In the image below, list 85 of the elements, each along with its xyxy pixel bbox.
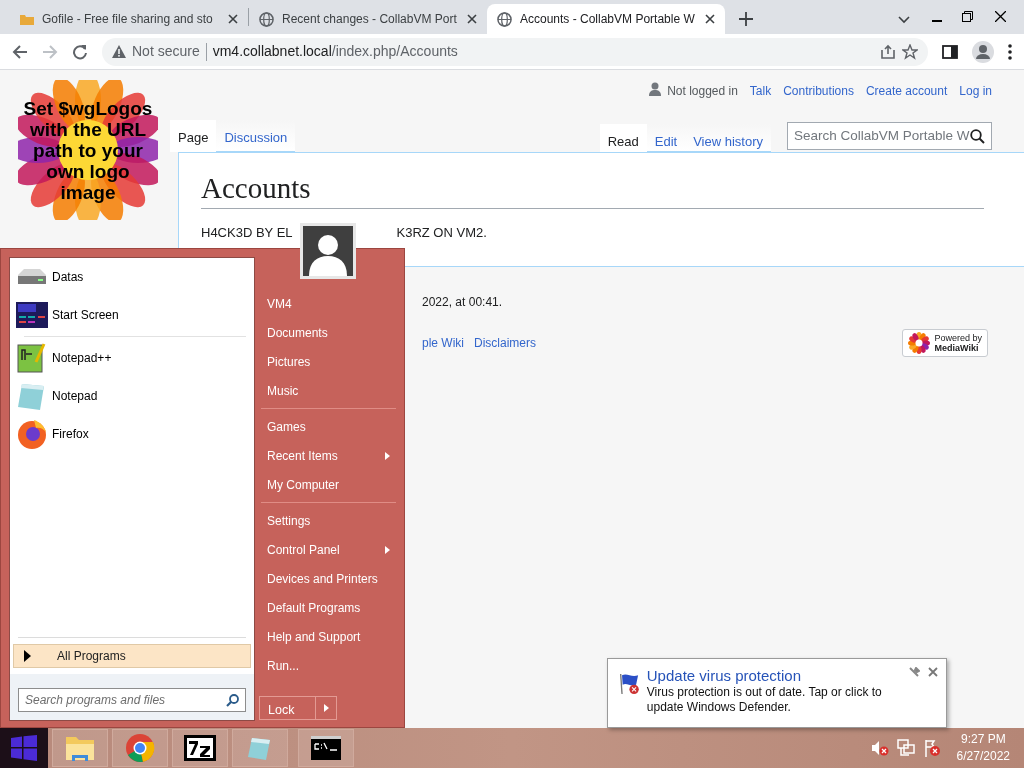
arrow-icon (24, 650, 31, 662)
menu-item[interactable]: Control Panel (259, 535, 398, 564)
menu-item[interactable]: Devices and Printers (259, 564, 398, 593)
nav-link[interactable]: Log in (959, 82, 992, 106)
notepad-plus-icon (16, 342, 48, 374)
wrench-icon[interactable] (909, 667, 920, 678)
powered-by-badge[interactable]: Powered by MediaWiki (902, 329, 988, 358)
nav-link[interactable]: Talk (749, 82, 772, 106)
clock-time[interactable]: 9:27 PM (956, 731, 1010, 748)
notification-title: Update virus protection (646, 667, 803, 685)
chrome-icon (125, 733, 155, 763)
nav-link[interactable]: Create account (865, 82, 948, 106)
new-tab-icon[interactable] (739, 12, 753, 26)
address-bar[interactable]: Not secure vm4.collabnet.local/index.php/Accounts (102, 37, 928, 66)
side-panel-icon[interactable] (942, 43, 958, 60)
notification-message: Virus protection is out of date. Tap or click to update Windows Defender. (646, 685, 883, 715)
muted-speaker-icon[interactable] (870, 740, 889, 756)
program-item[interactable]: Notepad++ (10, 339, 254, 377)
restore-icon[interactable] (962, 11, 973, 22)
network-icon[interactable] (896, 739, 915, 757)
star-icon[interactable] (902, 43, 918, 60)
menu-icon[interactable] (1008, 43, 1012, 60)
share-icon[interactable] (880, 43, 896, 60)
search-field[interactable]: Search programs and files (18, 688, 246, 712)
menu-item[interactable]: My Computer (259, 470, 398, 499)
page-tab[interactable]: Read (599, 123, 647, 152)
page-tab[interactable]: Page (170, 120, 217, 152)
security-label: Not secure (132, 42, 200, 61)
user-icon (649, 82, 662, 96)
search-field[interactable]: Search CollabVM Portable W (787, 122, 992, 150)
taskbar-button[interactable] (172, 729, 228, 767)
menu-item[interactable]: Music (259, 376, 398, 405)
nav-link[interactable]: Contributions (783, 82, 854, 106)
arrow-icon (323, 704, 329, 712)
firefox-icon (16, 418, 48, 450)
last-edited-text: 2022, at 00:41. (422, 295, 503, 310)
tab-search-icon[interactable] (898, 16, 910, 24)
menu-item[interactable]: Games (259, 412, 398, 441)
close-icon[interactable] (995, 11, 1006, 22)
folder-icon (20, 13, 34, 25)
program-item[interactable]: Start Screen (10, 296, 254, 334)
globe-icon (259, 11, 274, 27)
footer-link[interactable]: Disclaimers (474, 334, 537, 353)
program-item[interactable]: Notepad (10, 377, 254, 415)
menu-item[interactable]: Recent Items (259, 441, 398, 470)
close-icon[interactable] (705, 14, 715, 24)
search-icon (970, 128, 985, 144)
terminal-icon (311, 736, 341, 760)
menu-item[interactable]: Settings (259, 506, 398, 535)
archive-app-icon (184, 735, 216, 761)
drive-icon (16, 267, 48, 287)
menu-item[interactable]: Default Programs (259, 593, 398, 622)
flag-alert-icon[interactable] (922, 739, 941, 757)
footer-link[interactable]: ple Wiki (422, 334, 464, 353)
browser-tab[interactable]: Gofile - Free file sharing and sto (10, 4, 248, 34)
body-text: H4CK3D BY EL (201, 223, 293, 242)
program-item[interactable]: Firefox (10, 415, 254, 453)
menu-item[interactable]: Help and Support (259, 622, 398, 651)
body-text: K3RZ ON VM2. (396, 223, 487, 242)
not-logged-in-text: Not logged in (667, 83, 738, 100)
notification-popup[interactable]: Update virus protection Virus protection is out of date. Tap or click to update Windows Defender. (607, 658, 947, 728)
user-avatar[interactable] (300, 223, 356, 279)
profile-icon[interactable] (972, 40, 994, 63)
warning-icon (112, 45, 126, 58)
taskbar-button[interactable] (298, 729, 354, 767)
menu-item[interactable]: Documents (259, 318, 398, 347)
back-icon[interactable] (12, 43, 28, 60)
close-icon[interactable] (467, 14, 477, 24)
all-programs-item[interactable]: All Programs (13, 644, 251, 668)
url-text: vm4.collabnet.local/index.php/Accounts (212, 42, 458, 61)
program-item[interactable]: Datas (10, 258, 254, 296)
search-icon (226, 693, 239, 707)
browser-tab[interactable]: Recent changes - CollabVM Port (249, 4, 487, 34)
windows-logo-icon (11, 735, 37, 761)
page-heading: Accounts (201, 171, 984, 209)
clock-date[interactable]: 6/27/2022 (956, 748, 1010, 765)
menu-item[interactable]: Run... (259, 651, 398, 680)
browser-tab[interactable]: Accounts - CollabVM Portable W (487, 4, 725, 34)
start-screen-icon (16, 302, 48, 328)
globe-icon (497, 11, 512, 27)
reload-icon[interactable] (72, 43, 88, 60)
menu-item[interactable]: Pictures (259, 347, 398, 376)
menu-item[interactable]: VM4 (259, 289, 398, 318)
start-button[interactable] (0, 728, 48, 768)
close-icon[interactable] (228, 14, 238, 24)
